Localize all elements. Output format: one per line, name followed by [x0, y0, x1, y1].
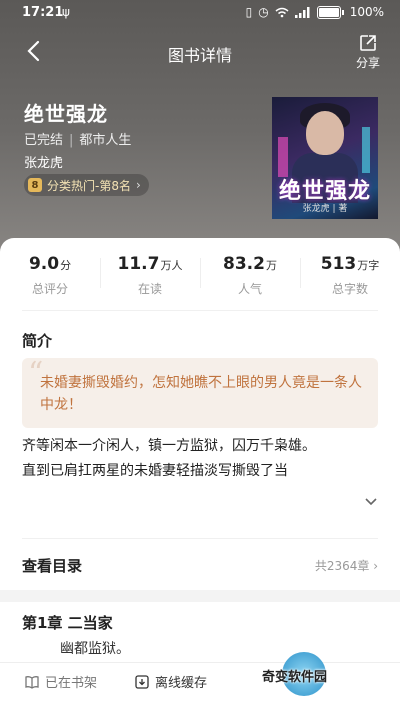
divider	[22, 538, 378, 539]
offline-label: 离线缓存	[155, 676, 208, 691]
share-label: 分享	[355, 56, 380, 70]
book-cover[interactable]: 绝世强龙 张龙虎 | 著	[272, 97, 378, 219]
expand-chevron-icon[interactable]	[364, 497, 378, 507]
alarm-icon: ◷	[258, 5, 269, 19]
vibrate-icon: ▯	[245, 5, 253, 19]
nav-bar: 图书详情 分享	[0, 30, 400, 74]
detail-card: 9.0分 总评分 11.7万人 在读 83.2万 人气 513万字 总字数 简介…	[0, 238, 400, 700]
rank-text: 分类热门-第8名	[47, 178, 131, 193]
stat-popularity: 83.2万 人气	[200, 238, 300, 308]
section-gap	[0, 590, 400, 602]
intro-para-1: 齐等闲本一介闲人，镇一方监狱，囚万千枭雄。	[22, 438, 316, 454]
cover-author: 张龙虎 | 著	[302, 204, 348, 214]
wifi-icon	[275, 7, 289, 17]
catalog-label: 查看目录	[22, 557, 83, 575]
intro-para-2: 直到已肩扛两星的未婚妻轻描淡写撕毁了当	[22, 463, 288, 479]
stat-wordcount: 513万字 总字数	[300, 238, 400, 308]
chapter-first-line: 幽都监狱。	[60, 641, 130, 657]
share-button[interactable]: 分享	[350, 34, 386, 71]
divider	[22, 310, 378, 311]
battery-label: 100%	[349, 5, 384, 19]
header-background: 17:21 ψ ▯ ◷ 100% 图书详情 分享 绝世强龙 已完结 | 都市人生…	[0, 0, 400, 260]
watermark-text: 奇变软件园	[262, 670, 328, 685]
status-time: 17:21	[22, 5, 64, 20]
page-title: 图书详情	[167, 46, 232, 65]
stat-readers: 11.7万人 在读	[100, 238, 200, 308]
battery-icon	[316, 5, 341, 19]
signal-icon	[294, 6, 310, 18]
rank-badge: 8	[28, 178, 42, 192]
quote-text: 未婚妻撕毁婚约，怎知她瞧不上眼的男人竟是一条人中龙！	[40, 375, 362, 413]
shelf-label: 已在书架	[45, 676, 98, 691]
stat-rating: 9.0分 总评分	[28, 254, 72, 296]
catalog-count: 共2364章 ›	[314, 559, 378, 573]
book-status: 已完结	[24, 133, 64, 148]
intro-heading: 简介	[22, 332, 53, 350]
catalog-row[interactable]: 查看目录 共2364章 ›	[0, 540, 400, 590]
usb-icon: ψ	[62, 5, 70, 19]
book-genre[interactable]: 都市人生	[79, 133, 131, 148]
intro-description[interactable]: 齐等闲本一介闲人，镇一方监狱，囚万千枭雄。 直到已肩扛两星的未婚妻轻描淡写撕毁了…	[22, 434, 372, 484]
chevron-right-icon: ›	[135, 178, 141, 192]
book-title: 绝世强龙	[24, 102, 108, 126]
watermark-logo: 奇变软件园	[262, 652, 382, 700]
rank-pill[interactable]: 8 分类热门-第8名 ›	[24, 174, 149, 196]
chapter-title[interactable]: 第1章 二当家	[22, 612, 113, 633]
book-author[interactable]: 张龙虎	[24, 152, 63, 171]
status-icons: ▯ ◷ 100%	[246, 5, 384, 19]
status-bar: 17:21 ψ ▯ ◷ 100%	[0, 0, 400, 26]
offline-cache-button[interactable]: 离线缓存	[134, 672, 207, 691]
book-meta: 已完结 | 都市人生	[24, 133, 132, 148]
share-icon	[360, 35, 376, 51]
download-icon	[135, 674, 149, 689]
stats-row: 9.0分 总评分 11.7万人 在读 83.2万 人气 513万字 总字数	[0, 238, 400, 308]
shelf-button[interactable]: 已在书架	[24, 672, 97, 691]
intro-quote: “ 未婚妻撕毁婚约，怎知她瞧不上眼的男人竟是一条人中龙！	[22, 356, 378, 428]
bookshelf-icon	[25, 675, 39, 689]
